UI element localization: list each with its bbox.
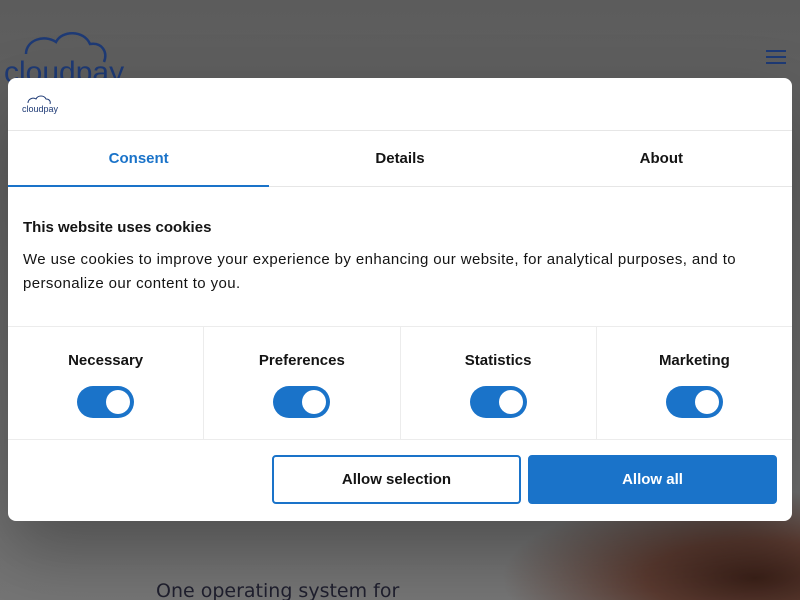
cookie-consent-dialog: cloudpay Consent Details About This webs… xyxy=(8,78,792,521)
necessary-toggle[interactable] xyxy=(77,386,135,418)
toggle-knob xyxy=(498,390,523,414)
tab-details[interactable]: Details xyxy=(269,131,530,186)
dialog-tabs: Consent Details About xyxy=(8,131,792,187)
toggle-knob xyxy=(302,390,327,414)
marketing-toggle[interactable] xyxy=(665,386,723,418)
marketing-label: Marketing xyxy=(658,352,730,369)
category-preferences: Preferences xyxy=(204,327,401,439)
preferences-toggle[interactable] xyxy=(273,386,331,418)
consent-body: This website uses cookies We use cookies… xyxy=(8,187,792,327)
category-statistics: Statistics xyxy=(401,327,597,439)
cloudpay-small-logo: cloudpay xyxy=(22,95,59,114)
hamburger-menu-icon[interactable] xyxy=(766,50,786,66)
cookie-categories: Necessary Preferences Statistics Marketi… xyxy=(8,327,792,440)
hero-text: One operating system for xyxy=(156,580,400,600)
category-marketing: Marketing xyxy=(597,327,792,439)
dialog-footer: Allow selection Allow all xyxy=(8,440,792,520)
tab-about[interactable]: About xyxy=(531,131,792,186)
statistics-label: Statistics xyxy=(464,352,532,369)
category-necessary: Necessary xyxy=(8,327,205,439)
consent-heading: This website uses cookies xyxy=(23,219,212,236)
allow-selection-button[interactable]: Allow selection xyxy=(272,455,521,504)
tab-consent[interactable]: Consent xyxy=(8,131,270,187)
cloudpay-logo[interactable]: cloudpay xyxy=(4,24,164,84)
dialog-header: cloudpay xyxy=(8,78,792,131)
consent-description: We use cookies to improve your experienc… xyxy=(23,251,737,292)
allow-all-button[interactable]: Allow all xyxy=(528,455,777,504)
necessary-label: Necessary xyxy=(68,352,144,369)
statistics-toggle[interactable] xyxy=(469,386,527,418)
toggle-knob xyxy=(694,390,719,414)
small-logo-text: cloudpay xyxy=(22,104,59,114)
preferences-label: Preferences xyxy=(258,352,345,369)
toggle-knob xyxy=(106,390,131,414)
